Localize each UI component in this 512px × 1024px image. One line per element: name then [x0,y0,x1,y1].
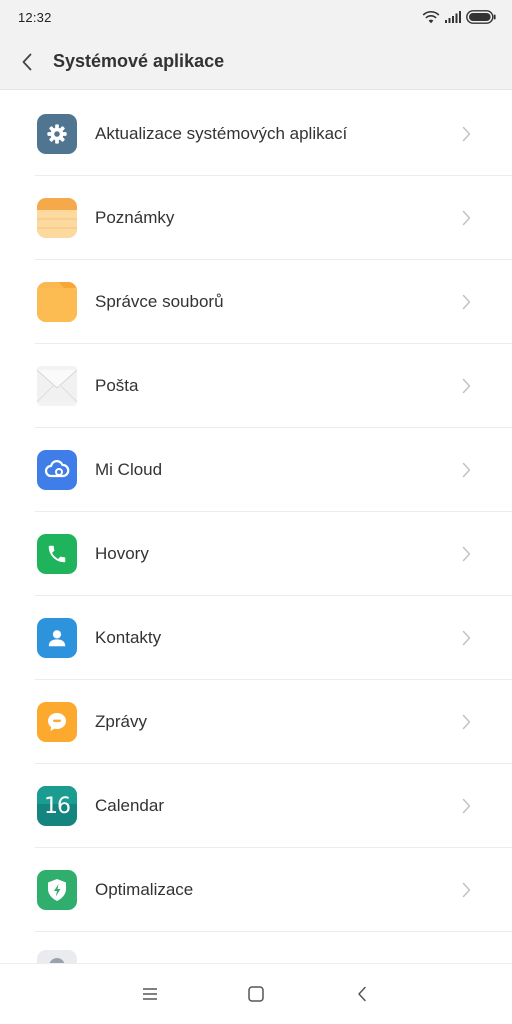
phone-icon [37,534,77,574]
message-icon [37,702,77,742]
status-bar: 12:32 [0,0,512,34]
nav-bar [0,963,512,1024]
chevron-right-icon [458,462,474,478]
chevron-right-icon [458,798,474,814]
calendar-day-number: 16 [44,793,71,819]
chevron-right-icon [458,210,474,226]
list-item-mi-cloud[interactable]: Mi Cloud [0,428,512,512]
item-label: Hovory [95,544,149,563]
nav-home-button[interactable] [203,964,309,1024]
nav-back-button[interactable] [309,964,415,1024]
calendar-icon: 16 [37,786,77,826]
wifi-icon [422,10,440,24]
list-item-notes[interactable]: Poznámky [0,176,512,260]
nav-menu-button[interactable] [97,964,203,1024]
shield-icon [37,870,77,910]
item-label: Poznámky [95,208,175,227]
chevron-right-icon [458,882,474,898]
chevron-right-icon [458,294,474,310]
home-icon [248,986,264,1002]
chevron-right-icon [458,630,474,646]
app-header: Systémové aplikace [0,34,512,90]
menu-icon [143,988,157,1000]
item-label: Calendar [95,796,164,815]
list-item-mail[interactable]: Pošta [0,344,512,428]
list-item-calendar[interactable]: 16 Calendar [0,764,512,848]
partial-app-icon [37,946,77,964]
item-label: Zprávy [95,712,147,731]
signal-icon [445,11,461,23]
status-icons [422,10,496,24]
item-label: Kontakty [95,628,162,647]
chevron-right-icon [458,378,474,394]
list-item-file-manager[interactable]: Správce souborů [0,260,512,344]
envelope-icon [37,366,77,406]
contact-icon [37,618,77,658]
status-time: 12:32 [18,9,52,25]
list-item-contacts[interactable]: Kontakty [0,596,512,680]
page-title: Systémové aplikace [53,51,225,71]
chevron-right-icon [458,546,474,562]
list-item-optimization[interactable]: Optimalizace [0,848,512,932]
item-label: Pošta [95,376,139,395]
list-item-messages[interactable]: Zprávy [0,680,512,764]
battery-icon [466,10,496,24]
folder-icon [37,282,77,322]
back-button[interactable] [3,34,51,90]
chevron-right-icon [458,714,474,730]
chevron-right-icon [458,126,474,142]
item-label: Správce souborů [95,292,224,311]
back-icon [358,986,366,1002]
app-list: Aktualizace systémových aplikací Poznámk… [0,92,512,932]
list-item-calls[interactable]: Hovory [0,512,512,596]
cloud-icon [37,450,77,490]
gear-icon [37,114,77,154]
screen: 12:32 Systémové aplikace Aktualizace sys… [0,0,512,1024]
list-item-system-app-updates[interactable]: Aktualizace systémových aplikací [0,92,512,176]
chevron-left-icon [22,53,32,70]
item-label: Mi Cloud [95,460,163,479]
notes-icon [37,198,77,238]
item-label: Aktualizace systémových aplikací [95,124,348,143]
item-label: Optimalizace [95,880,194,899]
